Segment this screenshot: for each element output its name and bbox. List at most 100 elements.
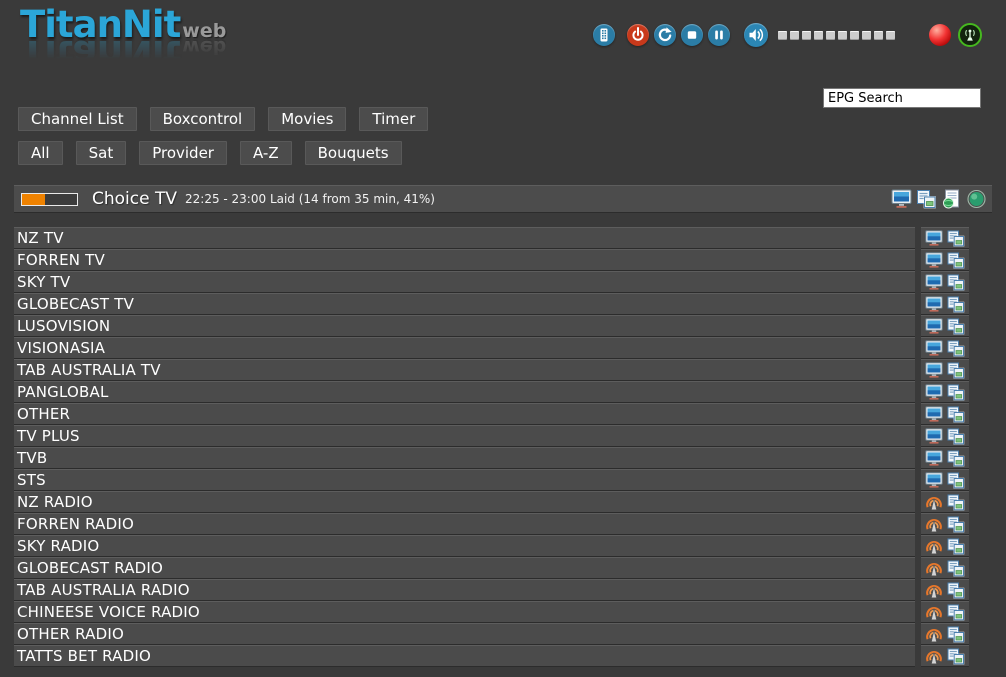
channel-list: NZ TV	[14, 227, 969, 667]
copy-icon[interactable]	[947, 384, 965, 401]
tv-icon[interactable]	[925, 450, 943, 467]
radio-icon[interactable]	[925, 604, 943, 621]
radio-icon[interactable]	[925, 648, 943, 665]
volume-segment[interactable]	[826, 31, 835, 40]
copy-icon[interactable]	[947, 428, 965, 445]
volume-segment[interactable]	[886, 31, 895, 40]
channel-name[interactable]: PANGLOBAL	[14, 381, 915, 403]
tv-icon[interactable]	[925, 274, 943, 291]
copy-icon[interactable]	[947, 560, 965, 577]
channel-row-actions	[921, 535, 969, 557]
channel-name[interactable]: TV PLUS	[14, 425, 915, 447]
copy-icon[interactable]	[947, 538, 965, 555]
volume-segment[interactable]	[874, 31, 883, 40]
tv-icon[interactable]	[925, 384, 943, 401]
filter-button[interactable]: All	[18, 141, 63, 165]
volume-segment[interactable]	[790, 31, 799, 40]
tv-icon[interactable]	[925, 296, 943, 313]
radio-icon[interactable]	[925, 582, 943, 599]
channel-name[interactable]: TVB	[14, 447, 915, 469]
channel-name[interactable]: SKY TV	[14, 271, 915, 293]
volume-segment[interactable]	[850, 31, 859, 40]
channel-name[interactable]: STS	[14, 469, 915, 491]
copy-icon[interactable]	[947, 362, 965, 379]
volume-segment[interactable]	[814, 31, 823, 40]
channel-name[interactable]: GLOBECAST RADIO	[14, 557, 915, 579]
radio-icon[interactable]	[925, 626, 943, 643]
signal-antenna-icon[interactable]	[958, 23, 982, 47]
channel-name[interactable]: OTHER	[14, 403, 915, 425]
tv-icon[interactable]	[925, 230, 943, 247]
epg-search-input[interactable]	[823, 88, 981, 108]
copy-icon[interactable]	[947, 582, 965, 599]
refresh-icon[interactable]	[654, 24, 676, 46]
copy-icon[interactable]	[947, 296, 965, 313]
filter-button[interactable]: Bouquets	[305, 141, 402, 165]
filter-button[interactable]: Provider	[139, 141, 227, 165]
channel-name[interactable]: VISIONASIA	[14, 337, 915, 359]
nav-button[interactable]: Movies	[268, 107, 346, 131]
copy-icon[interactable]	[947, 648, 965, 665]
channel-name[interactable]: FORREN RADIO	[14, 513, 915, 535]
speaker-icon[interactable]	[744, 23, 768, 47]
tv-icon[interactable]	[925, 406, 943, 423]
epg-document-icon[interactable]	[941, 189, 962, 210]
stop-icon[interactable]	[681, 24, 703, 46]
channel-name[interactable]: TAB AUSTRALIA TV	[14, 359, 915, 381]
remote-control-icon[interactable]	[593, 24, 615, 46]
volume-segment[interactable]	[802, 31, 811, 40]
copy-icon[interactable]	[947, 318, 965, 335]
channel-row: TV PLUS	[14, 425, 969, 447]
radio-icon[interactable]	[925, 494, 943, 511]
channel-row: NZ RADIO	[14, 491, 969, 513]
channel-name[interactable]: CHINEESE VOICE RADIO	[14, 601, 915, 623]
globe-icon[interactable]	[966, 189, 987, 210]
channel-row-actions	[921, 315, 969, 337]
copy-icon[interactable]	[947, 626, 965, 643]
channel-row-actions	[921, 403, 969, 425]
filter-button[interactable]: A-Z	[240, 141, 292, 165]
radio-icon[interactable]	[925, 560, 943, 577]
tv-icon[interactable]	[925, 340, 943, 357]
tv-icon[interactable]	[925, 362, 943, 379]
channel-name[interactable]: FORREN TV	[14, 249, 915, 271]
channel-name[interactable]: TAB AUSTRALIA RADIO	[14, 579, 915, 601]
copy-icon[interactable]	[947, 472, 965, 489]
pause-icon[interactable]	[708, 24, 730, 46]
copy-icon[interactable]	[947, 604, 965, 621]
tv-icon[interactable]	[925, 318, 943, 335]
nav-button[interactable]: Timer	[359, 107, 428, 131]
channel-row-actions	[921, 645, 969, 667]
channel-row: FORREN RADIO	[14, 513, 969, 535]
copy-icon[interactable]	[947, 252, 965, 269]
copy-icon[interactable]	[947, 230, 965, 247]
copy-icon[interactable]	[947, 406, 965, 423]
copy-icon[interactable]	[916, 189, 937, 210]
radio-icon[interactable]	[925, 516, 943, 533]
nav-button[interactable]: Channel List	[18, 107, 137, 131]
tv-icon[interactable]	[925, 428, 943, 445]
volume-segment[interactable]	[862, 31, 871, 40]
channel-name[interactable]: LUSOVISION	[14, 315, 915, 337]
channel-name[interactable]: SKY RADIO	[14, 535, 915, 557]
copy-icon[interactable]	[947, 274, 965, 291]
copy-icon[interactable]	[947, 340, 965, 357]
power-icon[interactable]	[627, 24, 649, 46]
radio-icon[interactable]	[925, 538, 943, 555]
channel-name[interactable]: TATTS BET RADIO	[14, 645, 915, 667]
tv-icon[interactable]	[925, 472, 943, 489]
channel-name[interactable]: OTHER RADIO	[14, 623, 915, 645]
channel-name[interactable]: NZ RADIO	[14, 491, 915, 513]
tv-screen-icon[interactable]	[891, 189, 912, 210]
channel-name[interactable]: NZ TV	[14, 227, 915, 249]
channel-name[interactable]: GLOBECAST TV	[14, 293, 915, 315]
nav-button[interactable]: Boxcontrol	[150, 107, 256, 131]
copy-icon[interactable]	[947, 450, 965, 467]
channel-row-actions	[921, 623, 969, 645]
copy-icon[interactable]	[947, 494, 965, 511]
copy-icon[interactable]	[947, 516, 965, 533]
volume-segment[interactable]	[778, 31, 787, 40]
filter-button[interactable]: Sat	[76, 141, 127, 165]
volume-segment[interactable]	[838, 31, 847, 40]
tv-icon[interactable]	[925, 252, 943, 269]
